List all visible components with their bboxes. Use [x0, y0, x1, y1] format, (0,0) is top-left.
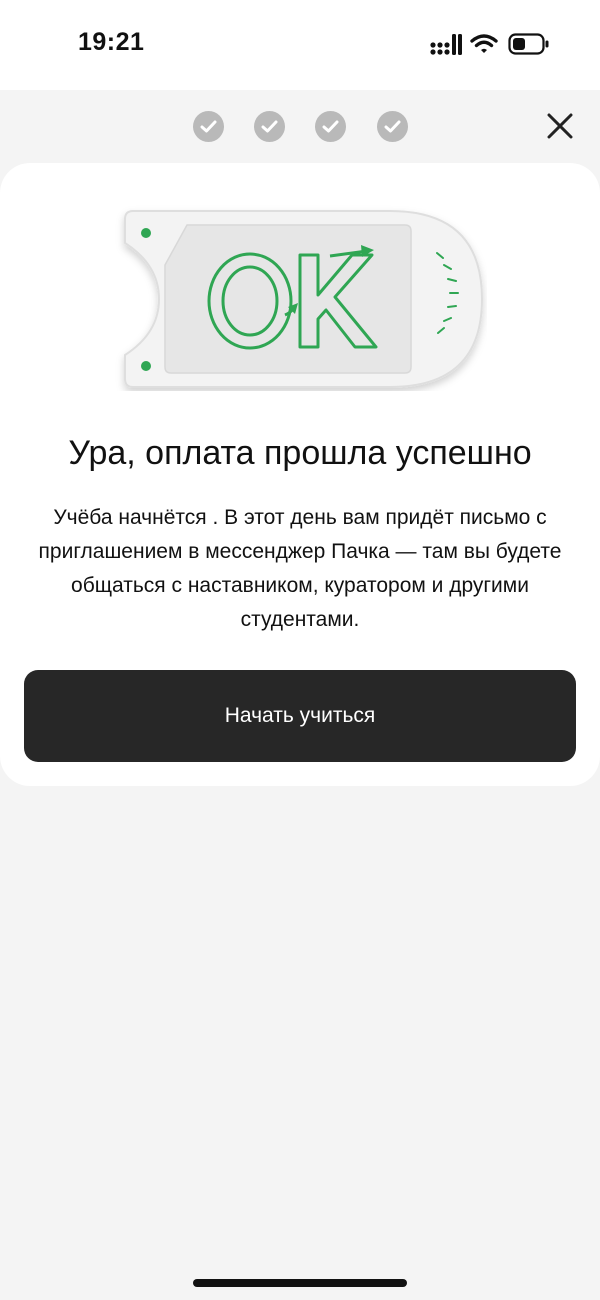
wifi-icon	[470, 34, 498, 53]
ok-ticket-illustration	[124, 210, 484, 388]
success-description: Учёба начнётся . В этот день вам придёт …	[38, 506, 562, 631]
success-card: Ура, оплата прошла успешно Учёба начнётс…	[0, 163, 600, 786]
status-bar: 19:21	[0, 0, 600, 90]
check-icon	[384, 120, 401, 133]
progress-step-3	[315, 111, 346, 142]
check-icon	[200, 120, 217, 133]
progress-steps	[193, 111, 423, 143]
progress-step-1	[193, 111, 224, 142]
close-icon	[547, 113, 573, 139]
status-time: 19:21	[78, 28, 145, 56]
close-button[interactable]	[544, 110, 576, 142]
signal-icon	[430, 34, 462, 55]
check-icon	[322, 120, 339, 133]
home-indicator[interactable]	[193, 1279, 407, 1287]
check-icon	[261, 120, 278, 133]
progress-step-4	[377, 111, 408, 142]
start-learning-button[interactable]: Начать учиться	[24, 670, 576, 762]
success-title: Ура, оплата прошла успешно	[68, 434, 532, 472]
progress-step-2	[254, 111, 285, 142]
battery-icon	[508, 33, 549, 55]
